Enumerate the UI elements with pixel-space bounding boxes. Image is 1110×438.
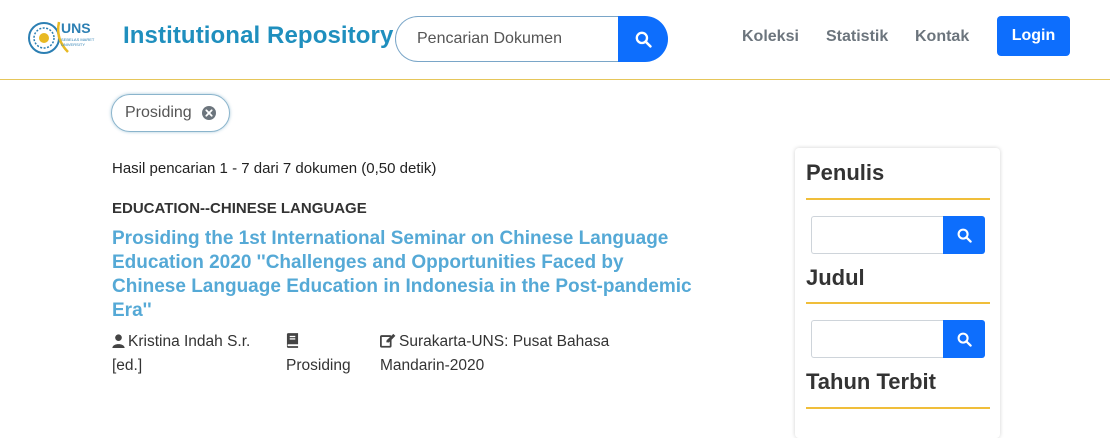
- search-form: [395, 16, 668, 62]
- judul-search-button[interactable]: [943, 320, 985, 358]
- sidebar-heading-judul: Judul: [806, 265, 865, 290]
- sidebar-heading-penulis: Penulis: [806, 160, 885, 185]
- nav-kontak[interactable]: Kontak: [915, 28, 969, 46]
- navbar: UNS SEBELAS MARET UNIVERSITY Institution…: [0, 0, 1110, 80]
- search-icon: [957, 228, 972, 243]
- logo-subtext: SEBELAS MARET UNIVERSITY: [61, 37, 95, 47]
- login-button[interactable]: Login: [997, 16, 1070, 56]
- sidebar-heading-tahun-terbit: Tahun Terbit: [806, 369, 936, 394]
- author-role: [ed.]: [112, 357, 143, 374]
- result-summary: Hasil pencarian 1 - 7 dari 7 dokumen (0,…: [112, 160, 437, 177]
- penulis-search-button[interactable]: [943, 216, 985, 254]
- book-icon: [286, 333, 299, 348]
- edit-icon: [380, 333, 396, 348]
- search-icon: [635, 31, 652, 48]
- result-title-link[interactable]: Prosiding the 1st International Seminar …: [112, 227, 702, 323]
- result-subject: EDUCATION--CHINESE LANGUAGE: [112, 200, 367, 217]
- close-circle-icon[interactable]: [201, 105, 217, 121]
- nav-koleksi[interactable]: Koleksi: [742, 28, 799, 46]
- penulis-input[interactable]: [811, 216, 944, 254]
- uns-logo[interactable]: UNS SEBELAS MARET UNIVERSITY: [26, 18, 96, 58]
- search-icon: [957, 332, 972, 347]
- brand-title[interactable]: Institutional Repository: [123, 22, 393, 50]
- logo-text: UNS: [61, 20, 91, 36]
- result-author: Kristina Indah S.r. [ed.]: [112, 330, 277, 378]
- nav-statistik[interactable]: Statistik: [826, 28, 888, 46]
- filter-chip: Prosiding: [111, 94, 230, 132]
- user-icon: [112, 334, 125, 348]
- sidebar-divider: [806, 198, 990, 200]
- filter-chip-label: Prosiding: [125, 104, 192, 121]
- sidebar-divider: [806, 407, 990, 409]
- search-input[interactable]: [395, 16, 635, 62]
- result-publisher: Surakarta-UNS: Pusat Bahasa Mandarin-202…: [380, 330, 670, 378]
- publisher-line1: Surakarta-UNS: Pusat Bahasa: [399, 333, 610, 350]
- type-label: Prosiding: [286, 357, 351, 374]
- sidebar-divider: [806, 302, 990, 304]
- publisher-line2: Mandarin-2020: [380, 357, 485, 374]
- judul-input[interactable]: [811, 320, 944, 358]
- search-button[interactable]: [618, 16, 668, 62]
- result-type: Prosiding: [286, 330, 371, 378]
- author-name[interactable]: Kristina Indah S.r.: [128, 333, 250, 350]
- filter-sidebar: Penulis Judul Tahun Terbit: [795, 148, 1000, 438]
